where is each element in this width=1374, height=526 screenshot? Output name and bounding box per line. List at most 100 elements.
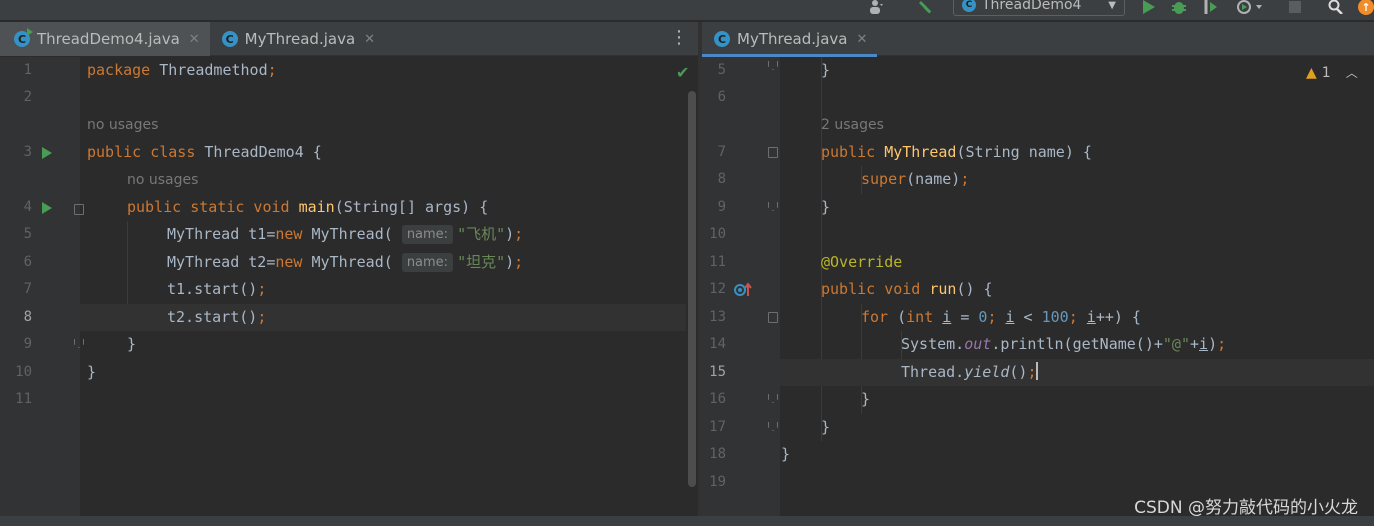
class-icon: C: [221, 31, 238, 47]
code-line: }: [87, 363, 97, 381]
code-line: MyThread t2=new MyThread( name: "坦克");: [167, 253, 524, 272]
line-number: 15: [709, 364, 726, 380]
coverage-icon[interactable]: [1200, 0, 1222, 14]
search-icon[interactable]: [1325, 0, 1347, 14]
inspection-widget[interactable]: ▲ 1 ︿: [1306, 64, 1358, 81]
right-editor[interactable]: 5 6 7 8 9 10 11 12 13 14 15 16 17 18 19 …: [702, 57, 1374, 516]
line-number: 17: [709, 419, 726, 435]
profile-icon[interactable]: [1232, 0, 1268, 14]
string-literal: "坦克": [457, 253, 506, 271]
tab-label: ThreadDemo4.java: [37, 30, 180, 48]
stop-icon[interactable]: [1285, 0, 1305, 14]
run-gutter-icon[interactable]: [42, 202, 52, 214]
debug-icon[interactable]: [1168, 0, 1190, 14]
code-line: super(name);: [861, 170, 970, 188]
inlay-hint: name:: [401, 253, 454, 272]
user-icon[interactable]: [864, 0, 888, 14]
watermark: CSDN @努力敲代码的小火龙: [1134, 498, 1358, 518]
code-line: public class ThreadDemo4 {: [87, 143, 322, 161]
line-number: 19: [709, 474, 726, 490]
code-line: }: [781, 445, 791, 463]
line-number: 10: [15, 364, 32, 380]
string-literal: "飞机": [457, 225, 506, 243]
no-problems-check-icon[interactable]: ✔: [676, 63, 689, 82]
line-number: 16: [709, 391, 726, 407]
code-line: }: [821, 418, 831, 436]
code-line: MyThread t1=new MyThread( name: "飞机");: [167, 225, 524, 244]
line-number: 5: [717, 62, 726, 78]
code-line: System.out.println(getName()+"@"+i);: [901, 335, 1227, 353]
line-number: 10: [709, 226, 726, 242]
line-number: 7: [717, 144, 726, 160]
tab-mythread[interactable]: C MyThread.java ✕: [210, 22, 385, 56]
code-line: public static void main(String[] args) {: [127, 198, 489, 216]
line-number: 8: [717, 171, 726, 187]
line-number: 12: [709, 281, 726, 297]
code-line: }: [821, 61, 831, 79]
fold-icon[interactable]: [768, 147, 778, 158]
left-code-area[interactable]: package Threadmethod; no usages public c…: [80, 57, 686, 516]
close-icon[interactable]: ✕: [189, 32, 200, 47]
line-number: 13: [709, 309, 726, 325]
run-config-label: ThreadDemo4: [982, 0, 1082, 13]
close-icon[interactable]: ✕: [856, 32, 867, 47]
fold-end-icon[interactable]: [768, 61, 778, 70]
fold-end-icon[interactable]: [768, 422, 778, 431]
line-number: 9: [23, 336, 32, 352]
tab-label: MyThread.java: [244, 30, 356, 48]
update-icon[interactable]: ↑: [1358, 0, 1374, 15]
line-number: 1: [23, 62, 32, 78]
code-line: t1.start();: [167, 280, 267, 298]
fold-end-icon[interactable]: [768, 202, 778, 211]
line-number: 2: [23, 89, 32, 105]
code-line-current: Thread.yield();: [780, 359, 1374, 386]
run-gutter-icon[interactable]: [42, 147, 52, 159]
code-line-current: t2.start();: [80, 304, 686, 331]
tab-threaddemo4[interactable]: C ThreadDemo4.java ✕: [0, 22, 210, 56]
fold-icon[interactable]: [768, 312, 778, 323]
tab-mythread-right[interactable]: C MyThread.java ✕: [702, 22, 878, 57]
code-line: }: [821, 198, 831, 216]
warning-count: 1: [1321, 64, 1331, 81]
run-icon[interactable]: [1138, 0, 1160, 14]
left-editor[interactable]: 1 2 3 4 5 6 7 8 9 10 11 package Threadme…: [0, 57, 698, 516]
inlay-hint: name:: [401, 225, 454, 244]
warning-icon: ▲: [1306, 64, 1317, 81]
right-tab-bar: C MyThread.java ✕: [702, 22, 1374, 57]
line-number: 18: [709, 446, 726, 462]
line-number: 3: [23, 144, 32, 160]
code-line: public void run() {: [821, 280, 993, 298]
class-icon: C: [962, 0, 976, 12]
code-line: @Override: [821, 253, 903, 271]
line-number: 9: [717, 199, 726, 215]
run-configuration-selector[interactable]: C ThreadDemo4 ▼: [953, 0, 1125, 16]
code-line: }: [861, 390, 871, 408]
fold-end-icon[interactable]: [768, 394, 778, 403]
line-number: 14: [709, 336, 726, 352]
vertical-scrollbar[interactable]: [688, 91, 696, 487]
right-code-area[interactable]: } 2 usages public MyThread(String name) …: [780, 57, 1374, 516]
line-number: 8: [23, 309, 32, 325]
text-caret: [1036, 362, 1039, 380]
usage-hint[interactable]: no usages: [87, 112, 158, 139]
line-number: 7: [23, 281, 32, 297]
override-method-icon[interactable]: [734, 282, 752, 298]
line-number: 6: [23, 254, 32, 270]
runnable-class-icon: C: [14, 28, 33, 47]
code-line: }: [127, 335, 137, 353]
line-number: 5: [23, 226, 32, 242]
code-line: for (int i = 0; i < 100; i++) {: [861, 308, 1141, 326]
number-literal: 100: [1041, 308, 1069, 326]
build-hammer-icon[interactable]: [916, 0, 940, 14]
line-number: 6: [717, 89, 726, 105]
line-number: 11: [15, 391, 32, 407]
close-icon[interactable]: ✕: [364, 32, 375, 47]
chevron-up-icon[interactable]: ︿: [1346, 64, 1358, 81]
chevron-down-icon: ▼: [1108, 0, 1116, 11]
usage-hint[interactable]: no usages: [127, 167, 198, 194]
usage-hint[interactable]: 2 usages: [821, 112, 884, 139]
class-icon: C: [714, 31, 730, 47]
line-number: 11: [709, 254, 726, 270]
code-line: package Threadmethod;: [87, 61, 277, 79]
more-options-icon[interactable]: ⋮: [670, 28, 688, 48]
